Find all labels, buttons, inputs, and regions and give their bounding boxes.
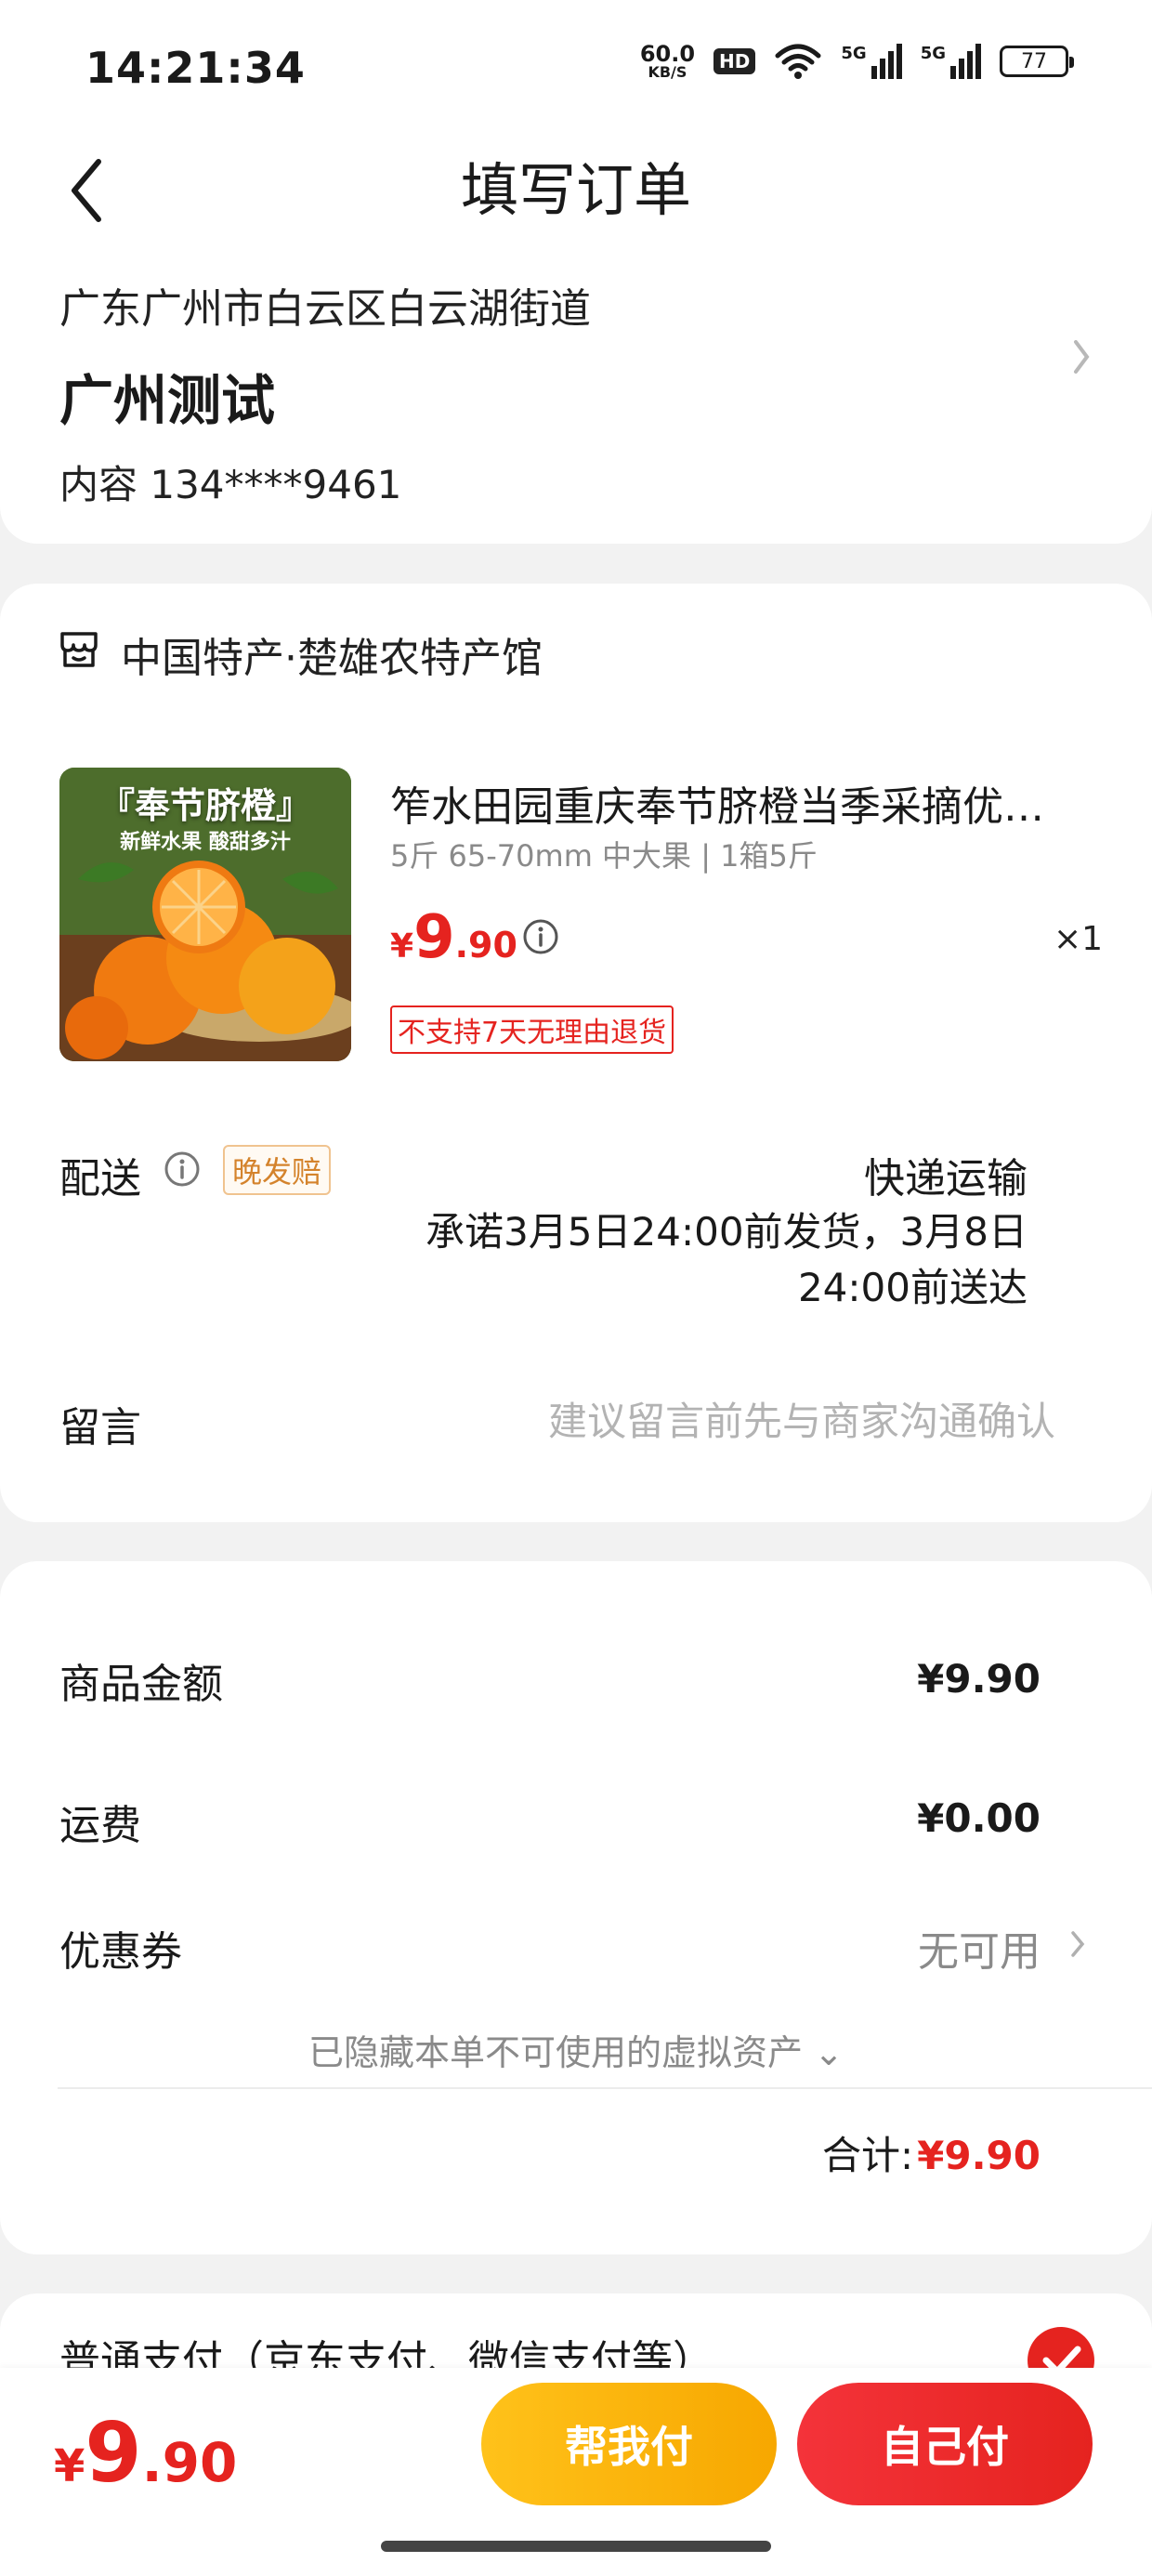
message-input[interactable]	[465, 1388, 1055, 1453]
goods-amount-value: ¥9.90	[917, 1656, 1041, 1702]
delivery-info-icon[interactable]	[164, 1150, 201, 1188]
product-price-decimal: .90	[454, 925, 517, 966]
total-label: 合计:	[821, 2133, 914, 2178]
coupon-label: 优惠券	[59, 1928, 182, 1976]
total-value: ¥9.90	[917, 2133, 1041, 2178]
hidden-assets-toggle[interactable]: 已隐藏本单不可使用的虚拟资产 ⌄	[0, 2024, 1152, 2075]
network-speed: 60.0 KB/S	[640, 43, 695, 80]
sim2-network-type: 5G	[920, 44, 946, 63]
recipient-contact: 内容 134****9461	[59, 462, 402, 507]
battery-icon: 77	[1000, 46, 1074, 77]
chevron-right-icon[interactable]	[1070, 335, 1093, 379]
bottom-total-price: ¥ 9 .90	[54, 2405, 237, 2501]
store-name[interactable]: 中国特产·楚雄农特产馆	[121, 624, 543, 684]
coupon-chevron-icon[interactable]	[1068, 1925, 1087, 1963]
order-total: 合计: ¥9.90	[822, 2124, 1041, 2181]
product-spec: 5斤 65-70mm 中大果 | 1箱5斤	[390, 838, 818, 874]
product-price-integer: 9	[413, 903, 455, 972]
bottom-price-integer: 9	[85, 2405, 142, 2501]
product-image-banner: 『奉节脐橙』	[98, 785, 311, 826]
hd-voice-icon: HD	[713, 48, 756, 74]
product-price-currency: ¥	[390, 927, 414, 966]
wifi-icon	[775, 44, 821, 79]
network-speed-value: 60.0	[639, 41, 696, 67]
home-indicator[interactable]	[381, 2541, 771, 2552]
address-region: 广东广州市白云区白云湖街道	[59, 285, 591, 333]
recipient-name: 广州测试	[59, 369, 276, 432]
store-icon	[60, 632, 98, 667]
product-quantity: ×1	[1054, 920, 1104, 958]
network-speed-unit: KB/S	[648, 63, 687, 81]
delivery-label: 配送	[59, 1155, 141, 1203]
product-title[interactable]: 笮水田园重庆奉节脐橙当季采摘优质大果	[390, 773, 1078, 833]
product-image-subtitle: 新鲜水果 酸甜多汁	[120, 831, 291, 854]
battery-level: 77	[1021, 49, 1047, 73]
page-title: 填写订单	[460, 156, 691, 224]
back-arrow-icon[interactable]	[63, 149, 110, 232]
sim1-network-type: 5G	[841, 44, 867, 63]
coupon-value[interactable]: 无可用	[918, 1918, 1041, 1978]
product-image[interactable]: 『奉节脐橙』 新鲜水果 酸甜多汁	[59, 768, 351, 1061]
no-return-tag: 不支持7天无理由退货	[390, 1005, 674, 1054]
delivery-method[interactable]: 快递运输	[864, 1145, 1028, 1204]
product-price: ¥ 9 .90	[390, 903, 517, 972]
pay-myself-button[interactable]: 自己付	[797, 2383, 1093, 2505]
signal-sim2-icon: 5G	[921, 44, 981, 79]
info-icon[interactable]	[522, 918, 559, 955]
late-compensation-badge: 晚发赔	[223, 1145, 332, 1195]
status-icons: 60.0 KB/S HD 5G 5G 77	[640, 43, 1074, 80]
bottom-price-decimal: .90	[141, 2431, 238, 2494]
status-time: 14:21:34	[85, 43, 306, 93]
message-label: 留言	[59, 1404, 141, 1452]
bottom-price-currency: ¥	[54, 2440, 85, 2492]
shipping-fee-value: ¥0.00	[917, 1795, 1041, 1841]
help-me-pay-button[interactable]: 帮我付	[481, 2383, 777, 2505]
divider	[58, 2087, 1152, 2089]
goods-amount-label: 商品金额	[59, 1661, 223, 1708]
shipping-fee-label: 运费	[59, 1802, 141, 1849]
signal-sim1-icon: 5G	[841, 44, 902, 79]
delivery-promise: 承诺3月5日24:00前发货，3月8日24:00前送达	[425, 1209, 1028, 1310]
